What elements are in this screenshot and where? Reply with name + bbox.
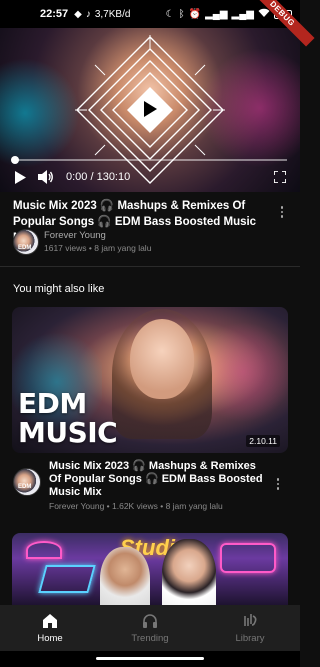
thumbnail-portrait	[130, 319, 194, 399]
section-divider	[0, 266, 300, 267]
play-button[interactable]	[12, 169, 28, 185]
recommended-more-button[interactable]	[272, 476, 284, 492]
recommended-thumbnail-2[interactable]: Studio	[12, 533, 288, 605]
library-icon	[241, 612, 259, 630]
volume-icon	[38, 170, 53, 184]
center-play-button[interactable]	[131, 90, 169, 128]
recommended-meta: Forever Young • 1.62K views • 8 jam yang…	[49, 501, 223, 511]
video-player[interactable]: 0:00 / 130:10	[0, 28, 300, 192]
nav-library[interactable]: Library	[200, 605, 300, 651]
bottom-navigation: Home Trending Library	[0, 605, 300, 651]
channel-name[interactable]: Forever Young	[44, 230, 106, 241]
channel-avatar[interactable]	[13, 229, 39, 255]
gesture-handle[interactable]	[96, 657, 204, 660]
status-notification-icons: ◆ ♪ 3,7KB/d	[74, 9, 130, 20]
video-views: 1617 views	[44, 243, 87, 253]
nav-library-label: Library	[235, 633, 265, 644]
video-age: 8 jam yang lalu	[94, 243, 152, 253]
tiktok-icon: ♪	[85, 8, 91, 20]
alarm-icon: ⏰	[188, 8, 202, 20]
signal-icon-2: ▂▄▆	[231, 8, 254, 20]
video-meta: 1617 views • 8 jam yang lalu	[44, 243, 151, 253]
signal-icon: ▂▄▆	[205, 8, 228, 20]
notification-icon: ◆	[74, 8, 82, 20]
moon-icon: ☾	[165, 8, 175, 20]
play-icon	[14, 170, 26, 184]
nav-home[interactable]: Home	[0, 605, 100, 651]
player-glow-left	[0, 58, 80, 168]
play-icon	[144, 101, 157, 117]
progress-thumb[interactable]	[11, 156, 19, 164]
progress-bar[interactable]	[13, 159, 287, 161]
fullscreen-icon	[274, 171, 286, 183]
thumbnail-overlay-text: EDM MUSIC	[18, 387, 118, 449]
nav-home-label: Home	[37, 633, 63, 644]
thumbnail-person-1	[100, 547, 150, 605]
volume-button[interactable]	[38, 169, 54, 185]
section-title: You might also like	[13, 283, 105, 295]
status-time: 22:57	[40, 8, 69, 20]
thumbnail-person-2	[162, 539, 216, 605]
recommended-title[interactable]: Music Mix 2023 🎧 Mashups & Remixes Of Po…	[49, 460, 269, 499]
player-controls: 0:00 / 130:10	[0, 166, 300, 188]
nav-trending-label: Trending	[131, 633, 169, 644]
recommended-channel-avatar[interactable]	[13, 468, 41, 496]
video-more-button[interactable]	[276, 204, 288, 220]
network-speed: 3,7KB/d	[94, 8, 131, 20]
recommended-channel: Forever Young	[49, 501, 105, 511]
fullscreen-button[interactable]	[272, 169, 288, 185]
home-icon	[41, 612, 59, 630]
recommended-thumbnail[interactable]: EDM MUSIC 2.10.11	[12, 307, 288, 453]
status-bar: 22:57 ◆ ♪ 3,7KB/d ☾ ᛒ ⏰ ▂▄▆ ▂▄▆	[0, 0, 300, 28]
headphones-icon	[141, 612, 159, 630]
playback-time: 0:00 / 130:10	[66, 171, 131, 183]
recommended-views: 1.62K views	[112, 501, 158, 511]
duration-badge: 2.10.11	[246, 435, 280, 447]
recommended-age: 8 jam yang lalu	[165, 501, 223, 511]
bluetooth-icon: ᛒ	[178, 8, 185, 20]
nav-trending[interactable]: Trending	[100, 605, 200, 651]
